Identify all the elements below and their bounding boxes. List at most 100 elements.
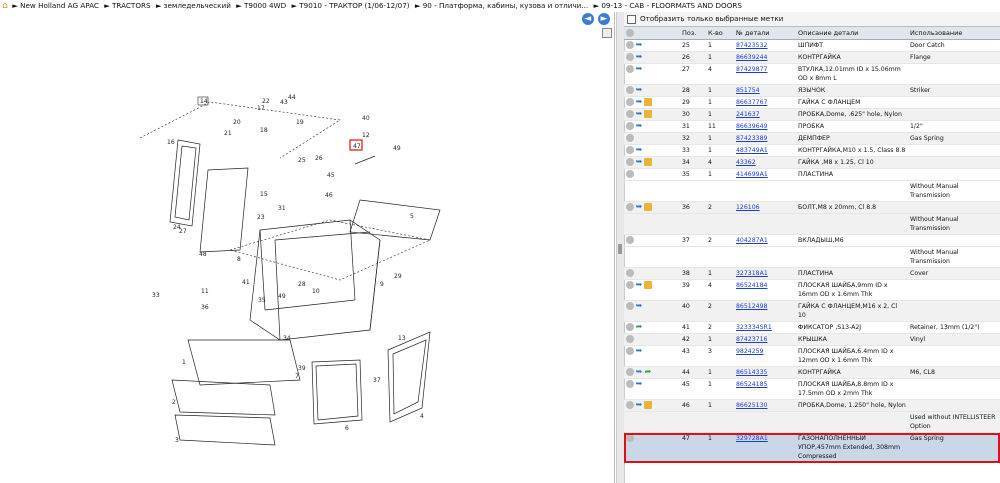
table-row[interactable]: ➥ 40 2 86512498 ГАЙКА С ФЛАНЦЕМ,M16 x 2, Cl … [624, 300, 1000, 322]
door-seal[interactable] [199, 167, 249, 253]
cell-part[interactable]: 323334SR1 [734, 321, 796, 334]
select-circle-icon[interactable] [626, 65, 634, 73]
cart-arrow-icon[interactable]: ➥ [635, 368, 643, 376]
cart-arrow-icon[interactable]: ➥ [635, 122, 643, 130]
cart-arrow-icon[interactable]: ➥ [635, 158, 643, 166]
header-part[interactable]: № детали [734, 27, 796, 40]
breadcrumb-item[interactable]: ► 09-13 - CAB - FLOORMATS AND DOORS [594, 1, 742, 10]
cell-part[interactable]: 414699A1 [734, 168, 796, 181]
part-number-link[interactable]: 86639649 [736, 123, 768, 130]
seal-ring[interactable] [311, 359, 363, 425]
table-row[interactable]: 32 1 87423389 ДЕМПФЕР Gas Spring [624, 132, 1000, 145]
select-circle-icon[interactable] [626, 269, 634, 277]
part-number-link[interactable]: 86514335 [736, 369, 768, 376]
cell-part[interactable]: 851754 [734, 84, 796, 97]
select-circle-icon[interactable] [626, 98, 634, 106]
select-circle-icon[interactable] [626, 134, 634, 142]
table-row[interactable]: ➥ 30 1 241637 ПРОБКА,Dome, .625" hole, Nylon [624, 108, 1000, 121]
floormat-1[interactable] [187, 339, 301, 386]
select-circle-icon[interactable] [626, 146, 634, 154]
cart-arrow-icon[interactable]: ➥ [635, 146, 643, 154]
table-row[interactable]: ➥ 45 1 86524185 ПЛОСКАЯ ШАЙБА,8.8mm ID x 17.… [624, 378, 1000, 400]
package-icon[interactable] [644, 281, 652, 289]
part-number-link[interactable]: 241637 [736, 111, 760, 118]
part-number-link[interactable]: 323334SR1 [736, 324, 772, 331]
cell-part[interactable]: 86637767 [734, 96, 796, 109]
select-circle-icon[interactable] [626, 41, 634, 49]
package-icon[interactable] [644, 98, 652, 106]
replace-arrow-icon[interactable]: ➦ [644, 368, 652, 376]
breadcrumb-item[interactable]: ► земледельческий [156, 1, 231, 10]
part-number-link[interactable]: 483749A1 [736, 147, 768, 154]
table-row[interactable]: 38 1 327318A1 ПЛАСТИНА Cover [624, 267, 1000, 280]
select-circle-icon[interactable] [626, 236, 634, 244]
part-number-link[interactable]: 851754 [736, 87, 760, 94]
callout-47[interactable]: 47 [353, 143, 361, 150]
cell-part[interactable]: 86639244 [734, 51, 796, 64]
cart-arrow-icon[interactable]: ➥ [635, 401, 643, 409]
table-row[interactable]: ➥ 36 2 126106 БОЛТ,M8 x 20mm, Cl 8.8 [624, 201, 1000, 214]
part-number-link[interactable]: 126106 [736, 204, 760, 211]
part-number-link[interactable]: 87423389 [736, 135, 768, 142]
breadcrumb-item[interactable]: ► TRACTORS [104, 1, 150, 10]
breadcrumb-item[interactable]: ► T9000 4WD [236, 1, 286, 10]
package-icon[interactable] [644, 203, 652, 211]
cart-arrow-icon[interactable]: ➥ [635, 98, 643, 106]
select-circle-icon[interactable] [626, 380, 634, 388]
scroll-corner[interactable] [602, 28, 612, 38]
select-circle-icon[interactable] [626, 203, 634, 211]
package-icon[interactable] [644, 158, 652, 166]
cell-part[interactable]: 86524184 [734, 279, 796, 301]
floormat-2[interactable] [171, 379, 276, 416]
select-circle-icon[interactable] [626, 335, 634, 343]
table-row[interactable]: 47 1 329728A1 ГАЗОНАПОЛНЕННЫЙ УПОР,457mm Ex… [624, 432, 1000, 463]
table-row[interactable]: ➥ 34 4 43362 ГАЙКА ,M8 x 1.25, Cl 10 [624, 156, 1000, 169]
cart-arrow-icon[interactable]: ➥ [635, 41, 643, 49]
part-number-link[interactable]: 404287A1 [736, 237, 768, 244]
right-door[interactable] [387, 331, 431, 423]
cell-part[interactable]: 327318A1 [734, 267, 796, 280]
part-number-link[interactable]: 86639244 [736, 54, 768, 61]
table-row[interactable]: ➦ 41 2 323334SR1 ФИКСАТОР ,S13-A2J Retainer, … [624, 321, 1000, 334]
part-number-link[interactable]: 43362 [736, 159, 756, 166]
table-row[interactable]: ➥ 43 3 9824259 ПЛОСКАЯ ШАЙБА,6.4mm ID x 12mm… [624, 345, 1000, 367]
cell-part[interactable]: 87423389 [734, 132, 796, 145]
cell-part[interactable]: 241637 [734, 108, 796, 121]
breadcrumb-item[interactable]: ► New Holland AG APAC [12, 1, 99, 10]
floormat-3[interactable] [174, 414, 276, 446]
table-row[interactable]: ➥ 33 1 483749A1 КОНТРГАЙКА,M10 x 1.5, Class … [624, 144, 1000, 157]
part-number-link[interactable]: 329728A1 [736, 435, 768, 442]
divider-grip-icon[interactable] [618, 244, 622, 254]
table-row[interactable]: ➥ 46 1 86625130 ПРОБКА,Dome, 1.250" hole, Ny… [624, 399, 1000, 412]
prev-arrow-icon[interactable]: ◄ [581, 13, 594, 25]
cell-part[interactable]: 86639649 [734, 120, 796, 133]
header-pos[interactable]: Поз. [680, 27, 706, 40]
cell-part[interactable]: 404287A1 [734, 234, 796, 247]
table-row[interactable]: ➥ 25 1 87423532 ШПИФТ Door Catch [624, 39, 1000, 52]
select-circle-icon[interactable] [626, 302, 634, 310]
replace-arrow-icon[interactable]: ➦ [635, 323, 643, 331]
cell-part[interactable]: 483749A1 [734, 144, 796, 157]
part-number-link[interactable]: 86524185 [736, 381, 768, 388]
cart-arrow-icon[interactable]: ➥ [635, 281, 643, 289]
breadcrumb-item[interactable]: ► T9010 - ТРАКТОР (1/06-12/07) [291, 1, 409, 10]
select-circle-icon[interactable] [626, 368, 634, 376]
breadcrumb-item[interactable]: ► 90 - Платформа, кабины, кузова и отлич… [415, 1, 588, 10]
select-circle-icon[interactable] [626, 347, 634, 355]
cell-part[interactable]: 86524185 [734, 378, 796, 400]
select-circle-icon[interactable] [626, 86, 634, 94]
gas-spring[interactable] [354, 155, 376, 165]
part-number-link[interactable]: 327318A1 [736, 270, 768, 277]
cart-arrow-icon[interactable]: ➥ [635, 302, 643, 310]
cart-arrow-icon[interactable]: ➥ [635, 203, 643, 211]
cell-part[interactable]: 43362 [734, 156, 796, 169]
cart-arrow-icon[interactable]: ➥ [635, 347, 643, 355]
table-row[interactable]: ➥ 39 4 86524184 ПЛОСКАЯ ШАЙБА,9mm ID x 16mm … [624, 279, 1000, 301]
cell-part[interactable]: 87429877 [734, 63, 796, 85]
part-number-link[interactable]: 414699A1 [736, 171, 768, 178]
cell-part[interactable]: 9824259 [734, 345, 796, 367]
exploded-parts-diagram[interactable]: 47 14 22 17 43 44 20 18 19 21 12 40 16 4… [100, 40, 500, 450]
package-icon[interactable] [644, 401, 652, 409]
cell-part[interactable]: 87423532 [734, 39, 796, 52]
cart-arrow-icon[interactable]: ➥ [635, 86, 643, 94]
